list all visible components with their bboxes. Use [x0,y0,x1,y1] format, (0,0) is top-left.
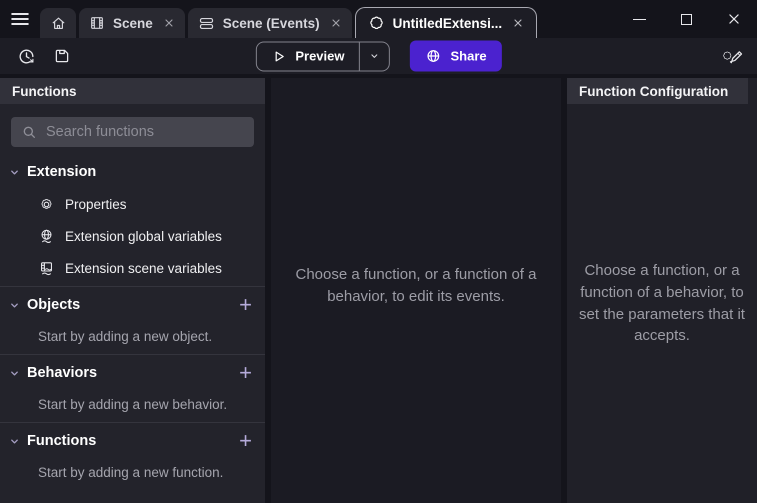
objects-empty-hint: Start by adding a new object. [0,321,265,352]
section-extension[interactable]: Extension [0,156,265,188]
events-sheet-icon [198,15,215,32]
events-editor-empty-message: Choose a function, or a function of a be… [271,264,561,308]
extension-icon [368,15,385,32]
section-label: Extension [27,164,96,180]
tab-label: UntitledExtensi... [393,16,503,31]
behaviors-empty-hint: Start by adding a new behavior. [0,389,265,420]
tab-label: Scene [113,16,153,31]
functions-panel-header: Functions [0,78,265,104]
window-controls [616,0,757,38]
home-icon [50,15,67,32]
add-object-button[interactable]: + [239,295,252,315]
minimize-button[interactable] [616,0,663,38]
function-configuration-body: Choose a function, or a function of a be… [567,104,757,503]
titlebar: Scene Scene (Events) UntitledExtensi... [0,0,757,38]
hint-text: Start by adding a new behavior. [38,397,227,412]
hamburger-menu-icon [9,8,31,30]
edit-extension-button[interactable] [719,42,747,70]
tab-scene-events[interactable]: Scene (Events) [188,8,352,38]
toolbar: Preview Share [0,38,757,76]
section-objects[interactable]: Objects + [0,289,265,321]
toolbar-right [719,42,747,70]
scene-variables-icon [38,260,55,277]
preview-dropdown-button[interactable] [359,42,389,70]
tab-label: Scene (Events) [223,16,320,31]
tree-item-global-variables[interactable]: Extension global variables [0,220,265,252]
close-icon [727,12,741,26]
tab-scene[interactable]: Scene [79,8,185,38]
hint-text: Start by adding a new function. [38,465,223,480]
section-functions[interactable]: Functions + [0,425,265,457]
maximize-button[interactable] [663,0,710,38]
gear-icon [38,196,55,213]
chevron-down-icon[interactable] [9,167,20,178]
history-button[interactable] [12,42,40,70]
hint-text: Start by adding a new object. [38,329,212,344]
section-label: Functions [27,433,96,449]
app-window: Scene Scene (Events) UntitledExtensi... [0,0,757,503]
history-icon [17,47,36,66]
section-label: Objects [27,297,80,313]
tab-close-icon[interactable] [330,17,342,29]
function-configuration-title: Function Configuration [579,84,728,99]
chevron-down-icon [368,50,381,63]
function-configuration-header: Function Configuration [567,78,748,104]
hamburger-menu-button[interactable] [0,0,40,38]
functions-panel: Functions Extension [0,78,265,503]
tab-close-icon[interactable] [512,17,524,29]
tree-item-label: Extension global variables [65,229,222,244]
share-label: Share [451,49,487,64]
function-configuration-empty-message: Choose a function, or a function of a be… [576,260,748,347]
toolbar-left [12,42,76,70]
chevron-down-icon[interactable] [9,436,20,447]
tab-untitled-extension[interactable]: UntitledExtensi... [355,7,538,38]
function-configuration-panel: Function Configuration Choose a function… [567,78,757,503]
search-box[interactable] [11,117,254,147]
search-input[interactable] [46,124,244,140]
section-behaviors[interactable]: Behaviors + [0,357,265,389]
tree-item-label: Extension scene variables [65,261,222,276]
tab-bar: Scene Scene (Events) UntitledExtensi... [40,0,537,38]
tree-item-scene-variables[interactable]: Extension scene variables [0,252,265,284]
toolbar-center: Preview Share [255,41,501,72]
add-function-button[interactable]: + [239,431,252,451]
globe-variables-icon [38,228,55,245]
edit-extension-icon [723,46,743,66]
preview-button-main[interactable]: Preview [256,42,358,70]
tree-item-label: Properties [65,197,127,212]
functions-tree: Extension Properties Extension global va… [0,156,265,488]
add-behavior-button[interactable]: + [239,363,252,383]
film-icon [89,15,105,31]
share-button[interactable]: Share [410,41,502,72]
tab-home[interactable] [40,8,76,38]
close-button[interactable] [710,0,757,38]
main-area: Functions Extension [0,76,757,503]
search-icon [21,124,37,140]
tree-item-properties[interactable]: Properties [0,188,265,220]
play-icon [270,48,286,64]
minimize-icon [633,19,646,20]
save-button[interactable] [48,42,76,70]
events-editor-panel: Choose a function, or a function of a be… [271,78,561,503]
tab-close-icon[interactable] [163,17,175,29]
functions-panel-title: Functions [12,84,77,99]
chevron-down-icon[interactable] [9,368,20,379]
functions-empty-hint: Start by adding a new function. [0,457,265,488]
preview-button[interactable]: Preview [255,41,389,71]
section-label: Behaviors [27,365,97,381]
chevron-down-icon[interactable] [9,300,20,311]
globe-icon [425,48,442,65]
maximize-icon [681,14,692,25]
save-icon [53,47,71,65]
preview-label: Preview [295,49,344,64]
